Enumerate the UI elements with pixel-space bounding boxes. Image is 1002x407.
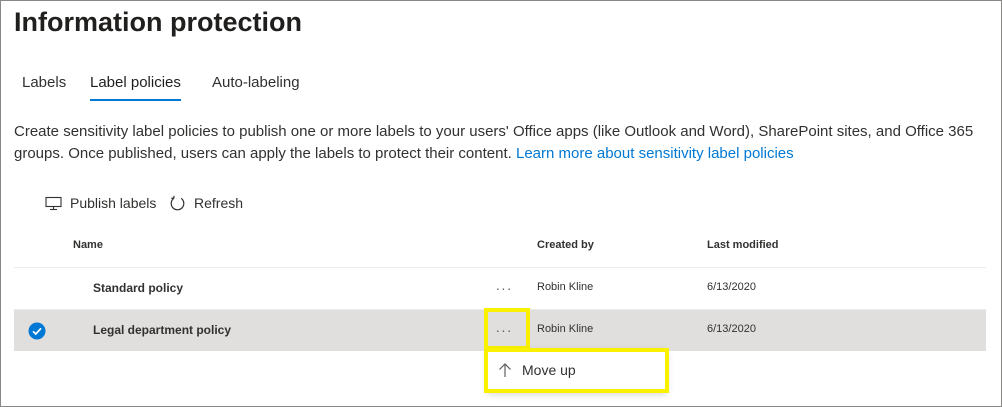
page-title: Information protection <box>14 7 302 37</box>
table-row[interactable]: Legal department policy ··· Robin Kline … <box>14 310 986 351</box>
refresh-button[interactable]: Refresh <box>169 193 243 213</box>
checkmark-circle-icon[interactable] <box>28 322 46 340</box>
last-modified-cell: 6/13/2020 <box>707 323 756 335</box>
monitor-icon <box>45 196 62 210</box>
app-frame: Information protection Labels Label poli… <box>0 0 1002 407</box>
created-by-cell: Robin Kline <box>537 323 594 335</box>
tab-labels[interactable]: Labels <box>22 74 66 104</box>
move-up-menu-item[interactable]: Move up <box>487 349 667 391</box>
column-header-created-by[interactable]: Created by <box>537 239 594 251</box>
context-menu: Move up <box>487 349 667 391</box>
publish-labels-button[interactable]: Publish labels <box>45 193 156 213</box>
move-up-label: Move up <box>522 362 576 378</box>
last-modified-cell: 6/13/2020 <box>707 281 756 293</box>
created-by-cell: Robin Kline <box>537 281 594 293</box>
more-options-button[interactable]: ··· <box>494 321 514 339</box>
table-row[interactable]: Standard policy ··· Robin Kline 6/13/202… <box>14 268 986 309</box>
learn-more-link[interactable]: Learn more about sensitivity label polic… <box>516 145 794 162</box>
policy-name: Standard policy <box>93 281 184 295</box>
policy-name: Legal department policy <box>93 323 232 337</box>
column-header-last-modified[interactable]: Last modified <box>707 239 779 251</box>
more-options-button[interactable]: ··· <box>494 279 514 297</box>
column-header-name[interactable]: Name <box>73 239 103 251</box>
tab-label-policies[interactable]: Label policies <box>90 74 181 104</box>
description-text: Create sensitivity label policies to pub… <box>14 123 974 162</box>
tab-auto-labeling[interactable]: Auto-labeling <box>212 74 300 104</box>
page-description: Create sensitivity label policies to pub… <box>14 121 974 165</box>
refresh-icon <box>170 195 185 210</box>
refresh-label: Refresh <box>194 195 244 211</box>
arrow-up-icon <box>499 363 511 377</box>
publish-labels-label: Publish labels <box>70 195 157 211</box>
